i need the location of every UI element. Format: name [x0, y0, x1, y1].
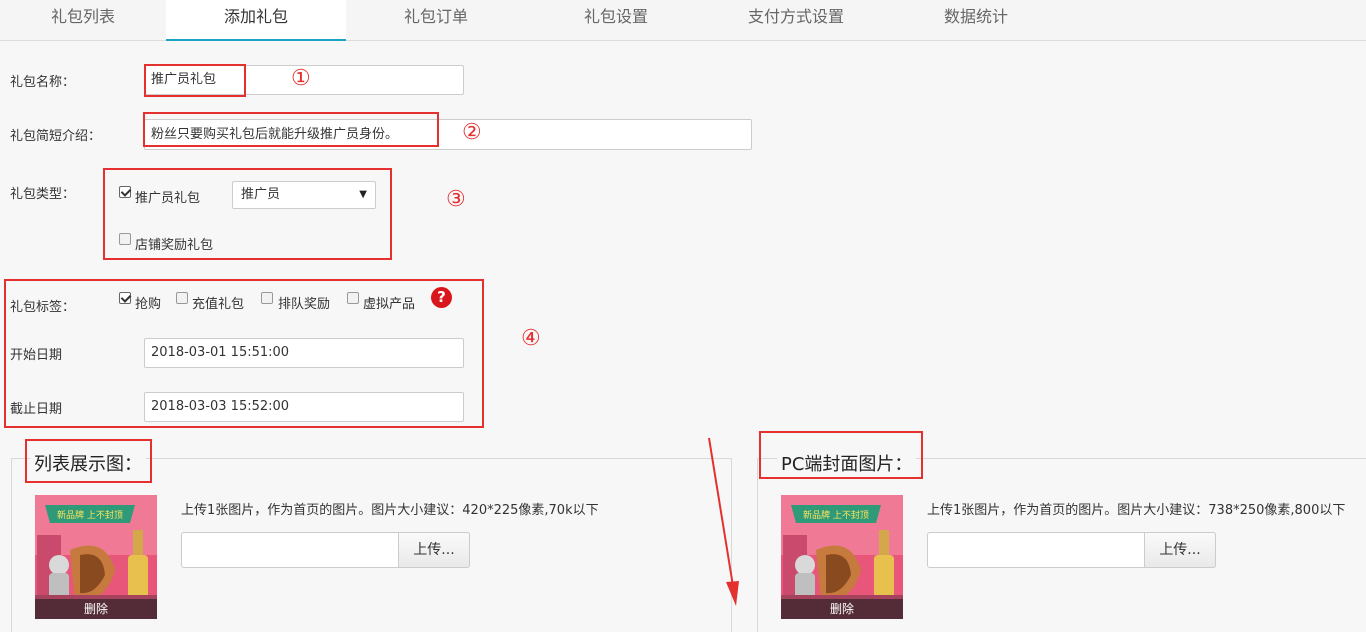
tab-payment-settings[interactable]: 支付方式设置	[706, 0, 886, 40]
gift-name-label: 礼包名称：	[10, 75, 76, 90]
tab-statistics[interactable]: 数据统计	[886, 0, 1066, 40]
thumb-banner-text: 新品牌 上不封顶	[57, 509, 123, 521]
tab-gift-orders[interactable]: 礼包订单	[346, 0, 526, 40]
list-image-hint: 上传1张图片，作为首页的图片。图片大小建议：420*225像素,70k以下	[181, 503, 599, 518]
pc-image-delete-button[interactable]: 删除	[781, 599, 903, 619]
annotation-box-2	[143, 112, 439, 147]
annotation-box-list-legend	[25, 439, 152, 483]
annotation-number-1: ①	[291, 66, 311, 91]
list-image-thumbnail: 新品牌 上不封顶 删除	[35, 495, 157, 619]
annotation-number-3: ③	[446, 187, 466, 212]
annotation-box-4	[4, 279, 484, 428]
tab-bar: 礼包列表 添加礼包 礼包订单 礼包设置 支付方式设置 数据统计	[0, 0, 1366, 41]
pc-image-file-field[interactable]: 上传...	[927, 532, 1216, 568]
annotation-number-4: ④	[521, 326, 541, 351]
tab-gift-list[interactable]: 礼包列表	[0, 0, 166, 40]
gift-type-label: 礼包类型：	[10, 187, 76, 202]
tab-add-gift[interactable]: 添加礼包	[166, 0, 346, 41]
pc-image-upload-button[interactable]: 上传...	[1144, 532, 1216, 568]
list-image-delete-button[interactable]: 删除	[35, 599, 157, 619]
annotation-box-1	[144, 64, 246, 97]
red-arrow-icon	[708, 437, 739, 606]
pc-image-thumbnail: 新品牌 上不封顶 删除	[781, 495, 903, 619]
thumb-banner-text: 新品牌 上不封顶	[803, 509, 869, 521]
list-image-file-field[interactable]: 上传...	[181, 532, 470, 568]
list-image-upload-button[interactable]: 上传...	[398, 532, 470, 568]
pc-image-hint: 上传1张图片，作为首页的图片。图片大小建议：738*250像素,800以下	[927, 503, 1346, 518]
annotation-number-2: ②	[462, 120, 482, 145]
annotation-box-pc-legend	[759, 431, 923, 479]
annotation-box-3	[103, 168, 392, 260]
tab-gift-settings[interactable]: 礼包设置	[526, 0, 706, 40]
gift-intro-label: 礼包简短介绍：	[10, 129, 102, 144]
